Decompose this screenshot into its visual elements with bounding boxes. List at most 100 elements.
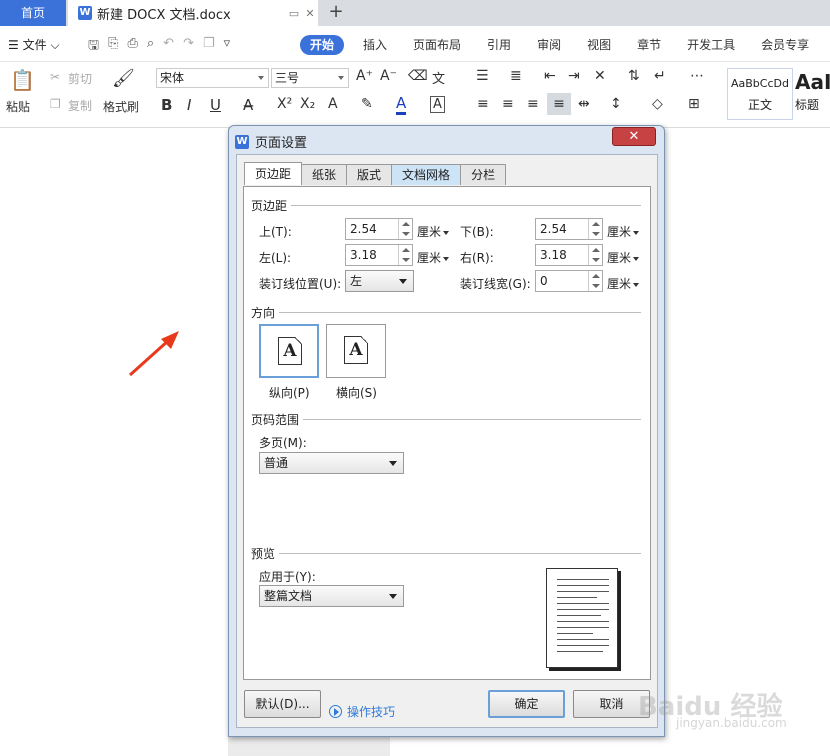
gutter-width-input[interactable]: 0 bbox=[535, 270, 603, 292]
grow-font-icon[interactable]: A⁺ bbox=[356, 68, 373, 84]
line-spacing-icon[interactable]: ↕ bbox=[610, 96, 622, 112]
left-margin-input[interactable]: 3.18 bbox=[345, 244, 413, 266]
clear-format-icon[interactable]: ⌫ bbox=[408, 68, 428, 84]
more-chevron-icon[interactable]: ▿ bbox=[224, 36, 231, 58]
char-border-icon[interactable]: A bbox=[430, 96, 445, 113]
spinner-up-icon[interactable] bbox=[592, 248, 600, 252]
highlight-icon[interactable]: ✎ bbox=[361, 96, 373, 112]
text-effect-icon[interactable]: A bbox=[328, 96, 338, 112]
spinner-up-icon[interactable] bbox=[402, 222, 410, 226]
close-tab-icon[interactable]: ✕ bbox=[302, 7, 318, 20]
tab-margins[interactable]: 页边距 bbox=[244, 162, 303, 185]
right-margin-unit[interactable]: 厘米 bbox=[607, 249, 639, 266]
apply-to-select[interactable]: 整篇文档 bbox=[259, 585, 404, 607]
font-size-select[interactable]: 三号 bbox=[271, 68, 349, 88]
spinner-down-icon[interactable] bbox=[402, 258, 410, 262]
spinner-down-icon[interactable] bbox=[592, 284, 600, 288]
format-painter-button[interactable]: 格式刷 bbox=[103, 98, 139, 115]
spinner-buttons[interactable] bbox=[588, 245, 602, 265]
shrink-font-icon[interactable]: A⁻ bbox=[380, 68, 397, 84]
distribute-icon[interactable]: ⇹ bbox=[578, 96, 590, 112]
shading-icon[interactable]: ◇ bbox=[652, 96, 663, 112]
menu-item-insert[interactable]: 插入 bbox=[350, 35, 400, 55]
decrease-indent-icon[interactable]: ⇤ bbox=[544, 68, 556, 84]
paste-button[interactable]: 粘贴 bbox=[6, 98, 30, 115]
bottom-margin-input[interactable]: 2.54 bbox=[535, 218, 603, 240]
underline-icon[interactable]: U bbox=[210, 96, 221, 114]
landscape-label[interactable]: 横向(S) bbox=[336, 384, 377, 401]
menu-item-references[interactable]: 引用 bbox=[474, 35, 524, 55]
style-heading[interactable]: AaI 标题 bbox=[795, 68, 830, 120]
paste-icon[interactable]: 📋 bbox=[10, 68, 35, 92]
tab-home[interactable]: 首页 bbox=[0, 0, 66, 26]
close-button[interactable]: ✕ bbox=[612, 127, 656, 146]
spinner-down-icon[interactable] bbox=[592, 232, 600, 236]
spinner-up-icon[interactable] bbox=[592, 222, 600, 226]
justify-icon[interactable]: ≡ bbox=[547, 93, 571, 115]
align-left-icon[interactable]: ≡ bbox=[477, 96, 489, 112]
font-name-select[interactable]: 宋体 bbox=[156, 68, 269, 88]
spinner-buttons[interactable] bbox=[588, 271, 602, 291]
menu-item-developer[interactable]: 开发工具 bbox=[674, 35, 748, 55]
chinese-layout-icon[interactable]: ✕ bbox=[594, 68, 606, 84]
scissors-icon[interactable]: ✂ bbox=[50, 70, 60, 84]
spinner-down-icon[interactable] bbox=[402, 232, 410, 236]
gutter-width-unit[interactable]: 厘米 bbox=[607, 275, 639, 292]
multi-pages-select[interactable]: 普通 bbox=[259, 452, 404, 474]
menu-item-review[interactable]: 审阅 bbox=[524, 35, 574, 55]
tips-link[interactable]: 操作技巧 bbox=[329, 703, 395, 720]
copy-button[interactable]: 复制 bbox=[68, 97, 92, 114]
style-normal[interactable]: AaBbCcDd 正文 bbox=[727, 68, 793, 120]
copy-icon[interactable]: ❐ bbox=[50, 97, 61, 111]
spinner-buttons[interactable] bbox=[588, 219, 602, 239]
monitor-icon[interactable]: ▭ bbox=[286, 7, 302, 20]
print-icon[interactable]: ⎙ bbox=[127, 36, 137, 58]
table-tabs-icon[interactable]: ⋯ bbox=[690, 68, 704, 84]
format-painter-icon[interactable]: 🖌 bbox=[112, 68, 135, 89]
gutter-position-select[interactable]: 左 bbox=[345, 270, 414, 292]
export-icon[interactable]: ⎘ bbox=[108, 36, 118, 58]
strikethrough-icon[interactable]: A̶ bbox=[243, 96, 253, 114]
menu-item-page-layout[interactable]: 页面布局 bbox=[400, 35, 474, 55]
phonetic-icon[interactable]: 文 bbox=[432, 68, 445, 87]
bold-icon[interactable]: B bbox=[161, 96, 172, 114]
undo-icon[interactable]: ↶ bbox=[163, 36, 174, 58]
spinner-up-icon[interactable] bbox=[592, 274, 600, 278]
menu-item-start[interactable]: 开始 bbox=[300, 35, 345, 55]
show-marks-icon[interactable]: ↵ bbox=[654, 68, 666, 84]
tab-paper[interactable]: 纸张 bbox=[301, 164, 348, 185]
bottom-margin-unit[interactable]: 厘米 bbox=[607, 223, 639, 240]
right-margin-input[interactable]: 3.18 bbox=[535, 244, 603, 266]
portrait-label[interactable]: 纵向(P) bbox=[269, 384, 310, 401]
subscript-icon[interactable]: X₂ bbox=[300, 96, 315, 112]
borders-icon[interactable]: ⊞ bbox=[688, 96, 700, 112]
save-icon[interactable]: 🖫 bbox=[88, 36, 99, 58]
bullets-icon[interactable]: ☰ bbox=[476, 68, 489, 84]
font-color-icon[interactable]: A bbox=[396, 94, 407, 115]
spinner-up-icon[interactable] bbox=[402, 248, 410, 252]
menu-item-section[interactable]: 章节 bbox=[624, 35, 674, 55]
default-button[interactable]: 默认(D)... bbox=[244, 690, 321, 718]
tab-layout[interactable]: 版式 bbox=[346, 164, 393, 185]
tab-columns[interactable]: 分栏 bbox=[460, 164, 507, 185]
menu-item-view[interactable]: 视图 bbox=[574, 35, 624, 55]
tab-document-grid[interactable]: 文档网格 bbox=[391, 164, 462, 185]
ok-button[interactable]: 确定 bbox=[488, 690, 565, 718]
superscript-icon[interactable]: X² bbox=[277, 96, 292, 112]
italic-icon[interactable]: I bbox=[187, 96, 191, 114]
numbering-icon[interactable]: ≣ bbox=[510, 68, 522, 84]
sort-icon[interactable]: ⇅ bbox=[628, 68, 640, 84]
top-margin-unit[interactable]: 厘米 bbox=[417, 223, 449, 240]
portrait-option[interactable]: A bbox=[259, 324, 319, 378]
increase-indent-icon[interactable]: ⇥ bbox=[568, 68, 580, 84]
align-right-icon[interactable]: ≡ bbox=[527, 96, 539, 112]
copy-format-icon[interactable]: ❐ bbox=[203, 36, 215, 58]
menu-item-member[interactable]: 会员专享 bbox=[748, 35, 822, 55]
tab-document[interactable]: W 新建 DOCX 文档.docx ▭ ✕ bbox=[68, 0, 318, 26]
new-tab-button[interactable]: + bbox=[326, 0, 346, 26]
print-preview-icon[interactable]: ⌕ bbox=[147, 36, 154, 58]
spinner-down-icon[interactable] bbox=[592, 258, 600, 262]
spinner-buttons[interactable] bbox=[398, 219, 412, 239]
landscape-option[interactable]: A bbox=[326, 324, 386, 378]
cut-button[interactable]: 剪切 bbox=[68, 70, 92, 87]
